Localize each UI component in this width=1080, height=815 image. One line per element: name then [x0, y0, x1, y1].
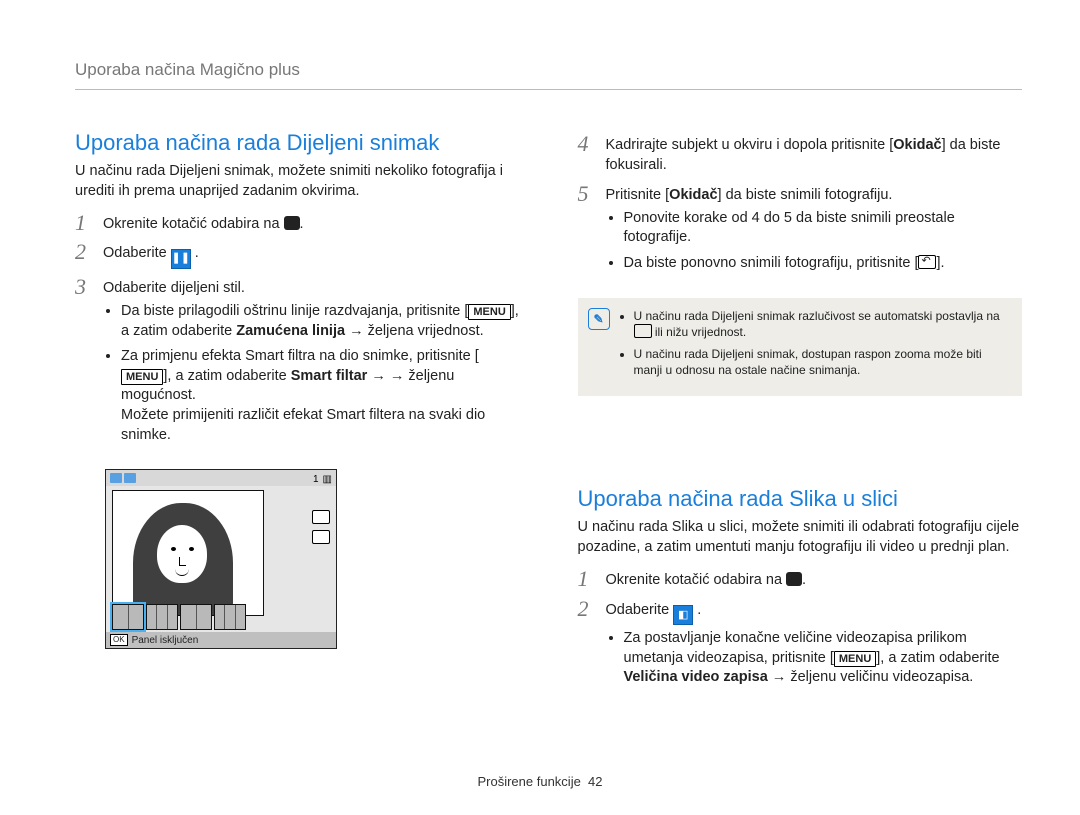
step-text: Odaberite ❚❚ . — [103, 240, 520, 269]
step-number: 2 — [578, 597, 596, 694]
mode-dial-icon — [284, 216, 300, 230]
pip-step2-bullets: Za postavljanje konačne veličine videoza… — [606, 629, 1023, 688]
mode-dial-icon — [786, 572, 802, 586]
steps-pip: 1 Okrenite kotačić odabira na . 2 Odaber… — [578, 567, 1023, 693]
menu-button-icon: MENU — [121, 369, 163, 385]
step-number: 1 — [75, 211, 93, 234]
bullet: Ponovite korake od 4 do 5 da biste snimi… — [624, 209, 1023, 248]
manual-page: Uporaba načina Magično plus Uporaba nači… — [0, 0, 1080, 815]
note-icon: ✎ — [588, 308, 610, 330]
note-item: U načinu rada Dijeljeni snimak, dostupan… — [634, 346, 1011, 378]
header-title: Uporaba načina Magično plus — [75, 60, 300, 79]
section-heading-split-shot: Uporaba načina rada Dijeljeni snimak — [75, 130, 520, 156]
steps-right-top: 4 Kadrirajte subjekt u okviru i dopola p… — [578, 132, 1023, 280]
step5-bullets: Ponovite korake od 4 do 5 da biste snimi… — [606, 209, 1023, 274]
step-number: 5 — [578, 182, 596, 280]
ok-icon: OK — [110, 634, 128, 646]
split-shot-icon: ❚❚ — [171, 249, 191, 269]
flash-icon — [312, 530, 330, 544]
layout-thumb — [180, 604, 212, 630]
steps-left: 1 Okrenite kotačić odabira na . 2 Odaber… — [75, 211, 520, 451]
face-illustration — [133, 503, 233, 616]
camera-screenshot: 1▥ OK — [105, 469, 337, 649]
columns: Uporaba načina rada Dijeljeni snimak U n… — [75, 130, 1022, 700]
step-text: Odaberite ◧ . Za postavljanje konačne ve… — [606, 597, 1023, 694]
step-number: 4 — [578, 132, 596, 176]
note-item: U načinu rada Dijeljeni snimak razlučivo… — [634, 308, 1011, 340]
step-number: 2 — [75, 240, 93, 269]
layout-thumb — [214, 604, 246, 630]
battery-icon: ▥ — [323, 474, 332, 485]
status-icon — [124, 473, 136, 483]
status-icon — [110, 473, 122, 483]
pip-step-1: 1 Okrenite kotačić odabira na . — [578, 567, 1023, 590]
step-1: 1 Okrenite kotačić odabira na . — [75, 211, 520, 234]
note-bullets: U načinu rada Dijeljeni snimak razlučivo… — [620, 308, 1011, 385]
pip-icon: ◧ — [673, 605, 693, 625]
bullet: Za postavljanje konačne veličine videoza… — [624, 629, 1023, 688]
section-heading-pip: Uporaba načina rada Slika u slici — [578, 486, 1023, 512]
intro-split-shot: U načinu rada Dijeljeni snimak, možete s… — [75, 162, 520, 201]
step-text: Odaberite dijeljeni stil. Da biste prila… — [103, 275, 520, 451]
step-text: Pritisnite [Okidač] da biste snimili fot… — [606, 182, 1023, 280]
shot-counter: 1 — [313, 474, 319, 485]
note-box: ✎ U načinu rada Dijeljeni snimak razluči… — [578, 298, 1023, 397]
step-text: Kadrirajte subjekt u okviru i dopola pri… — [606, 132, 1023, 176]
shot-preview-pane — [112, 490, 264, 616]
step-number: 3 — [75, 275, 93, 451]
bullet: Za primjenu efekta Smart filtra na dio s… — [121, 347, 520, 445]
menu-button-icon: MENU — [468, 304, 510, 320]
step-number: 1 — [578, 567, 596, 590]
step-text: Okrenite kotačić odabira na . — [606, 567, 1023, 590]
page-footer: Proširene funkcije 42 — [0, 774, 1080, 789]
bullet: Da biste prilagodili oštrinu linije razd… — [121, 302, 520, 341]
footer-section: Proširene funkcije — [477, 774, 580, 789]
shot-footer-label: Panel isključen — [132, 635, 199, 646]
layout-thumbs — [112, 604, 246, 630]
layout-thumb — [112, 604, 144, 630]
step-2: 2 Odaberite ❚❚ . — [75, 240, 520, 269]
step3-bullets: Da biste prilagodili oštrinu linije razd… — [103, 302, 520, 445]
step-3: 3 Odaberite dijeljeni stil. Da biste pri… — [75, 275, 520, 451]
page-header: Uporaba načina Magično plus — [75, 60, 1022, 90]
resolution-icon — [634, 324, 652, 338]
step-text: Okrenite kotačić odabira na . — [103, 211, 520, 234]
footer-page: 42 — [588, 774, 602, 789]
menu-button-icon: MENU — [834, 651, 876, 667]
layout-thumb — [146, 604, 178, 630]
pip-step-2: 2 Odaberite ◧ . Za postavljanje konačne … — [578, 597, 1023, 694]
shot-footer: OK Panel isključen — [106, 632, 336, 648]
step-4: 4 Kadrirajte subjekt u okviru i dopola p… — [578, 132, 1023, 176]
right-column: 4 Kadrirajte subjekt u okviru i dopola p… — [578, 130, 1023, 700]
left-column: Uporaba načina rada Dijeljeni snimak U n… — [75, 130, 520, 700]
intro-pip: U načinu rada Slika u slici, možete snim… — [578, 518, 1023, 557]
size-icon — [312, 510, 330, 524]
step-5: 5 Pritisnite [Okidač] da biste snimili f… — [578, 182, 1023, 280]
bullet: Da biste ponovno snimili fotografiju, pr… — [624, 254, 1023, 274]
shot-top-bar: 1▥ — [106, 470, 336, 486]
back-icon — [918, 255, 936, 269]
